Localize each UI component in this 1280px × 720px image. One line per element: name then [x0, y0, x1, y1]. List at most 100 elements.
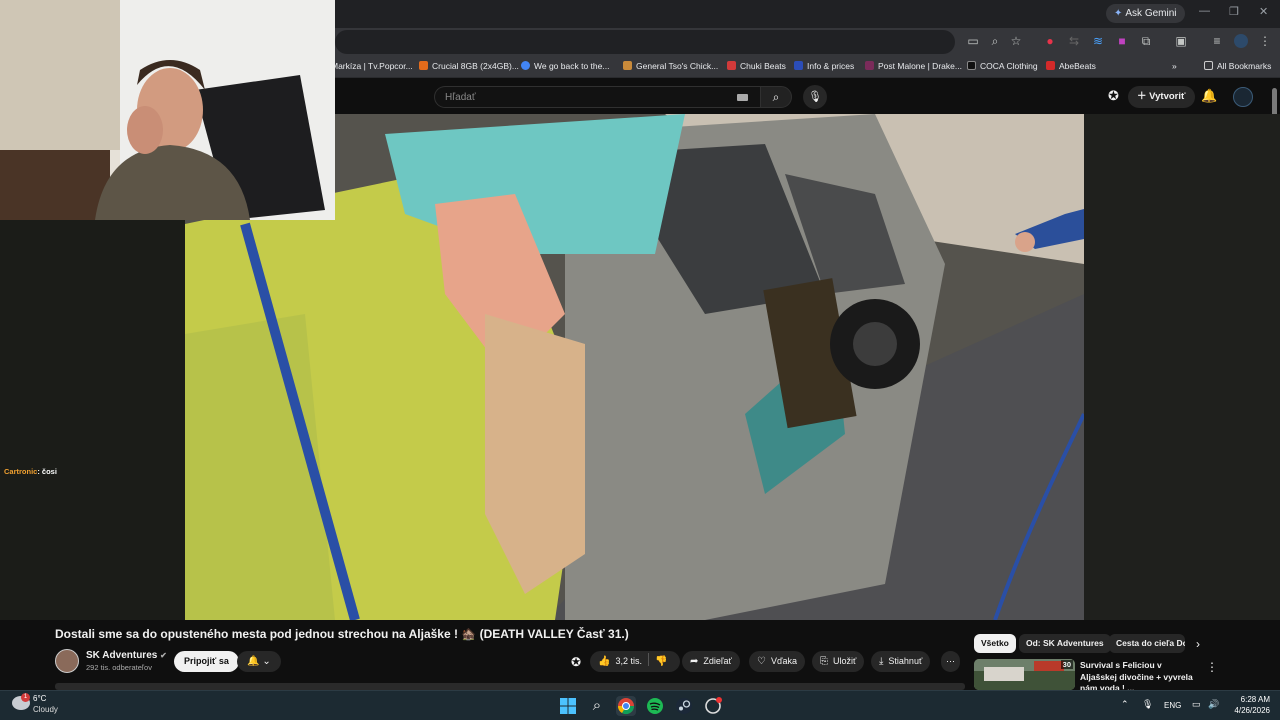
system-clock[interactable]: 6:28 AM 4/26/2026 — [1226, 694, 1270, 716]
chip-from-channel[interactable]: Od: SK Adventures — [1019, 634, 1111, 653]
webcam-overlay — [0, 0, 335, 220]
extension-red-icon[interactable]: ● — [1043, 34, 1057, 48]
video-title: Dostali sme sa do opusteného mesta pod j… — [55, 627, 629, 641]
subscription-bell-button[interactable]: 🔔 ⌄ — [237, 651, 281, 672]
windows-start-icon[interactable] — [558, 696, 578, 716]
premium-icon[interactable]: ✪ — [1108, 88, 1119, 104]
tray-chevron-up-icon[interactable]: ⌃ — [1121, 699, 1129, 710]
plus-icon: ＋ — [1137, 91, 1150, 102]
thanks-icon: ♡ — [757, 656, 766, 667]
language-indicator[interactable]: ENG — [1164, 701, 1181, 710]
bookmark-item[interactable]: We go back to the... — [521, 60, 609, 73]
divider — [647, 653, 649, 666]
bookmark-star-icon[interactable]: ☆ — [1009, 34, 1023, 48]
search-input[interactable]: Hľadať — [434, 86, 760, 108]
sidepanel-icon[interactable]: ▣ — [1174, 34, 1188, 48]
bookmark-item[interactable]: Info & prices — [794, 60, 854, 73]
more-actions-button[interactable]: ⋯ — [941, 651, 960, 672]
clock-time: 6:28 AM — [1240, 695, 1270, 704]
profile-avatar-icon[interactable] — [1234, 34, 1248, 48]
media-controls-icon[interactable]: ≡ — [1210, 34, 1224, 48]
download-button[interactable]: ⤓ Stiahnuť — [871, 651, 931, 672]
thanks-button[interactable]: ♡ Vďaka — [749, 651, 806, 672]
bookmark-favicon-icon — [727, 61, 736, 70]
clock-date: 4/26/2026 — [1234, 706, 1270, 715]
zoom-icon[interactable]: ⌕ — [988, 34, 1002, 48]
voice-search-button[interactable]: 🎙 — [803, 85, 827, 109]
close-icon[interactable]: ✕ — [1259, 5, 1268, 18]
create-button[interactable]: ＋ Vytvoriť — [1128, 86, 1195, 108]
recommended-thumbnail[interactable]: 30 — [974, 659, 1075, 690]
chip-related[interactable]: Cesta do cieľa Do — [1109, 634, 1185, 653]
app-icon[interactable] — [703, 696, 723, 716]
spotify-icon[interactable] — [645, 696, 665, 716]
bookmark-item[interactable]: Chuki Beats — [727, 60, 786, 73]
thumbs-up-icon: 👍 — [598, 656, 611, 667]
restore-icon[interactable]: ❐ — [1229, 5, 1239, 18]
ai-sparkle-icon[interactable]: ✪ — [571, 655, 581, 669]
keyboard-icon[interactable] — [737, 94, 748, 101]
share-icon: ➦ — [690, 656, 699, 667]
chevron-right-icon[interactable]: › — [1196, 637, 1200, 651]
chevron-down-icon: ⌄ — [262, 656, 271, 667]
notifications-bell-icon[interactable]: 🔔 — [1201, 88, 1217, 104]
extension-waves-icon[interactable]: ≋ — [1091, 34, 1105, 48]
tiktok-icon — [967, 61, 976, 70]
channel-avatar[interactable] — [55, 649, 79, 673]
save-icon: ⎘ — [820, 656, 828, 667]
share-button[interactable]: ➦ Zdieľať — [682, 651, 740, 672]
recommended-duration: 30 — [1060, 660, 1073, 669]
menu-dots-icon[interactable]: ⋮ — [1258, 34, 1272, 48]
weather-temperature[interactable]: 6°C — [33, 694, 46, 703]
like-count: 3,2 tis. — [615, 656, 642, 666]
bookmark-favicon-icon — [794, 61, 803, 70]
extensions-puzzle-icon[interactable]: ⧉ — [1139, 34, 1153, 48]
bookmark-item[interactable]: Crucial 8GB (2x4GB)... — [419, 60, 519, 73]
bookmark-favicon-icon — [865, 61, 874, 70]
bookmark-favicon-icon — [1046, 61, 1055, 70]
chrome-icon[interactable] — [616, 696, 636, 716]
steam-icon[interactable] — [674, 696, 694, 716]
save-button[interactable]: ⎘ Uložiť — [812, 651, 865, 672]
download-icon: ⤓ — [879, 656, 884, 667]
bookmark-item[interactable]: Markíza | Tv.Popcor... — [331, 60, 413, 73]
omnibox[interactable] — [335, 30, 955, 54]
extension-arrows-icon[interactable]: ⇆ — [1067, 34, 1081, 48]
bookmark-favicon-icon — [419, 61, 428, 70]
bookmark-item[interactable]: General Tso's Chick... — [623, 60, 718, 73]
search-button[interactable]: ⌕ — [760, 86, 792, 108]
like-dislike-button[interactable]: 👍 3,2 tis. 👎 — [590, 651, 681, 672]
search-placeholder: Hľadať — [445, 92, 476, 103]
ask-gemini-label: Ask Gemini — [1125, 8, 1177, 19]
network-icon[interactable]: ▭ — [1192, 699, 1201, 710]
thumbs-down-icon: 👎 — [654, 656, 668, 667]
account-avatar[interactable] — [1233, 87, 1253, 107]
join-button[interactable]: Pripojiť sa — [174, 651, 239, 672]
cast-icon[interactable]: ▭ — [966, 34, 980, 48]
bookmark-item[interactable]: Post Malone | Drake... — [865, 60, 962, 73]
extension-purple-icon[interactable]: ■ — [1115, 34, 1129, 48]
bookmarks-overflow-icon[interactable]: » — [1172, 60, 1177, 73]
weather-description[interactable]: Cloudy — [33, 705, 58, 714]
volume-icon[interactable]: 🔊 — [1208, 699, 1219, 710]
webcam-image — [0, 0, 335, 220]
minimize-icon[interactable]: — — [1199, 5, 1210, 17]
bookmark-item[interactable]: AbeBeats — [1046, 60, 1096, 73]
ask-gemini-button[interactable]: ✦ Ask Gemini — [1106, 4, 1185, 23]
search-icon: ⌕ — [772, 90, 780, 104]
search-taskbar-icon[interactable]: ⌕ — [587, 696, 607, 716]
verified-icon: ✔ — [160, 651, 167, 660]
all-bookmarks-button[interactable]: All Bookmarks — [1204, 60, 1271, 73]
chat-message: Cartronic: čosi — [4, 467, 57, 476]
channel-name[interactable]: SK Adventures ✔ — [86, 650, 167, 661]
recommended-menu-icon[interactable]: ⋮ — [1206, 660, 1218, 674]
more-dots-icon: ⋯ — [946, 656, 955, 666]
google-icon — [521, 61, 530, 70]
bell-icon: 🔔 — [247, 656, 260, 667]
weather-badge: 1 — [21, 693, 30, 702]
chip-all[interactable]: Všetko — [974, 634, 1016, 653]
subscriber-count: 292 tis. odberateľov — [86, 663, 152, 672]
tray-mic-icon[interactable]: 🎙 — [1142, 699, 1153, 710]
microphone-icon: 🎙 — [808, 91, 822, 103]
bookmark-item[interactable]: COCA Clothing — [967, 60, 1038, 73]
